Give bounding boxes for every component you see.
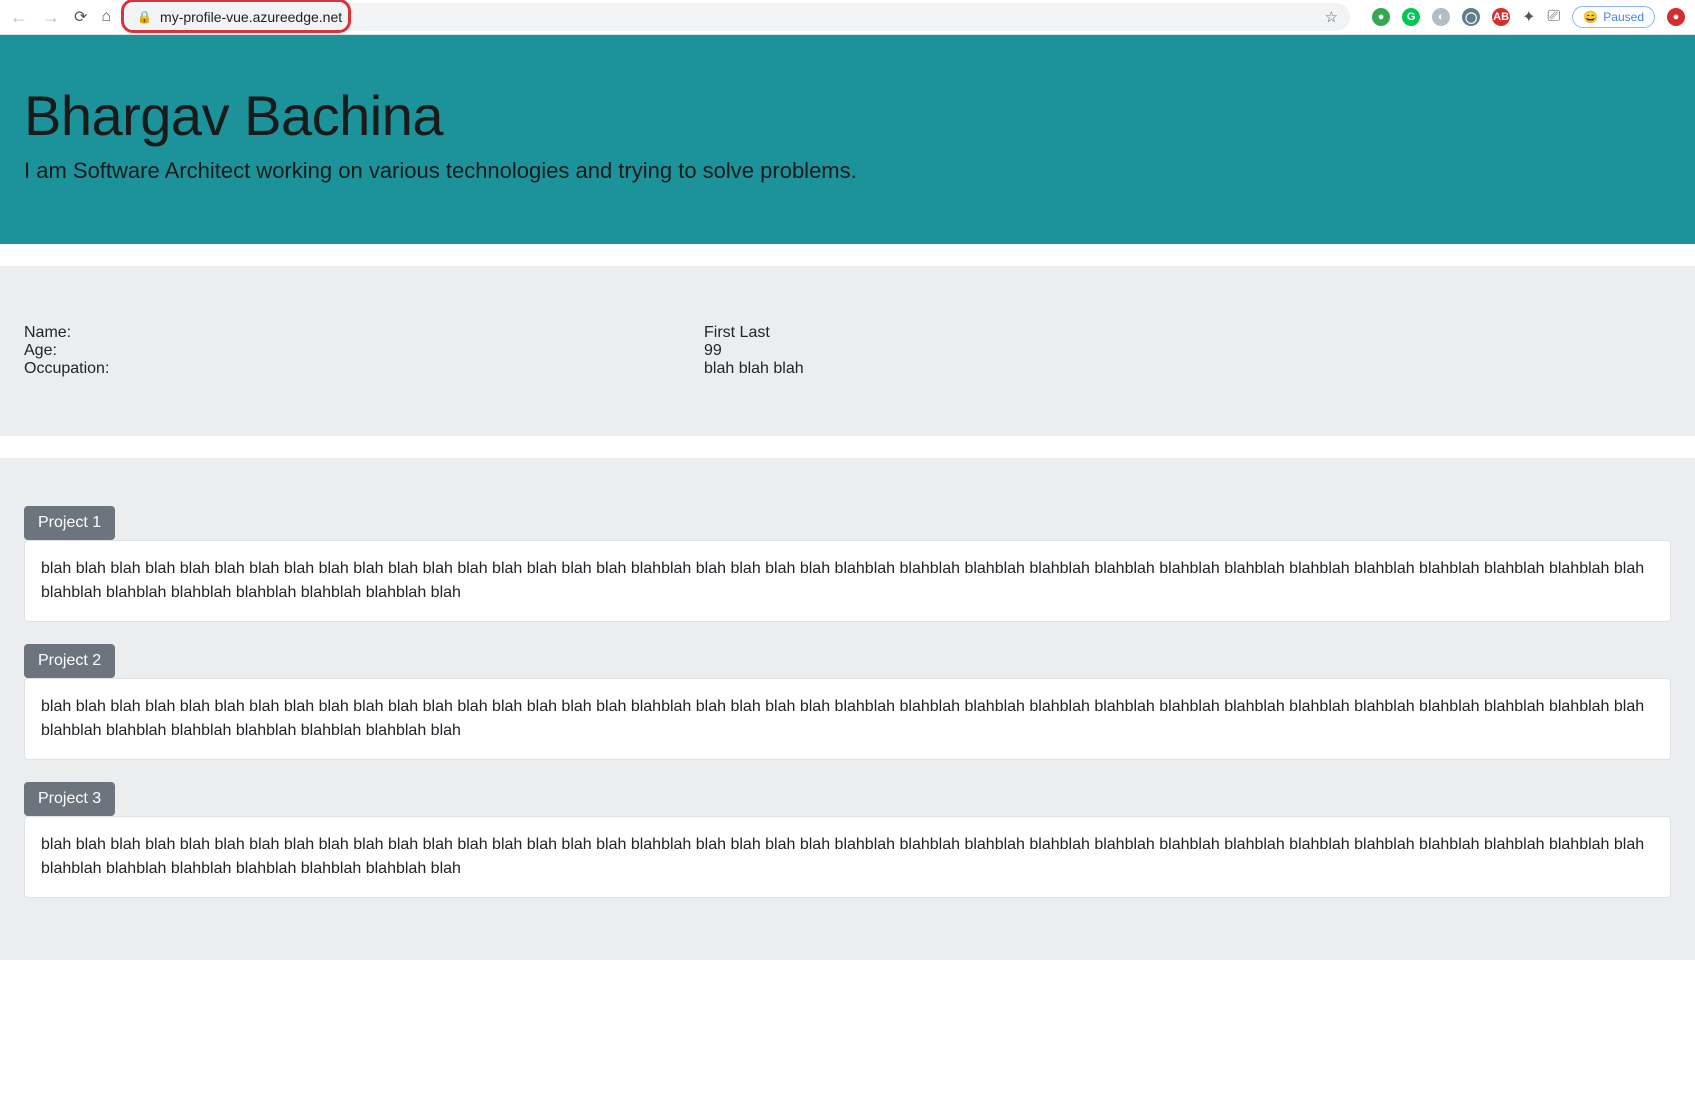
hero-banner: Bhargav Bachina I am Software Architect … — [0, 35, 1695, 244]
project-body: blah blah blah blah blah blah blah blah … — [24, 678, 1671, 760]
cast-icon[interactable]: ⎚ — [1548, 8, 1561, 26]
lock-icon: 🔒 — [137, 10, 152, 24]
project-body: blah blah blah blah blah blah blah blah … — [24, 816, 1671, 898]
extension-icon[interactable]: ◐ — [1432, 8, 1450, 26]
projects-section: Project 1 blah blah blah blah blah blah … — [0, 458, 1695, 960]
info-section: Name: First Last Age: 99 Occupation: bla… — [0, 266, 1695, 436]
browser-toolbar: ← → ⟳ ⌂ 🔒 my-profile-vue.azureedge.net ☆… — [0, 0, 1695, 35]
profile-paused-button[interactable]: 😄 Paused — [1572, 6, 1655, 28]
url-text: my-profile-vue.azureedge.net — [160, 9, 1317, 25]
project-block: Project 2 blah blah blah blah blah blah … — [24, 644, 1671, 760]
paused-label: Paused — [1603, 10, 1644, 24]
info-value: 99 — [704, 342, 722, 360]
address-bar[interactable]: 🔒 my-profile-vue.azureedge.net ☆ — [125, 3, 1350, 31]
info-label: Name: — [24, 324, 704, 342]
page-subtitle: I am Software Architect working on vario… — [24, 158, 1671, 184]
info-value: First Last — [704, 324, 770, 342]
info-label: Age: — [24, 342, 704, 360]
home-button[interactable]: ⌂ — [101, 8, 111, 26]
info-row: Age: 99 — [24, 342, 1671, 360]
bookmark-star-icon[interactable]: ☆ — [1325, 8, 1338, 26]
overflow-icon[interactable]: ● — [1667, 8, 1685, 26]
info-label: Occupation: — [24, 360, 704, 378]
extension-icon[interactable]: ◯ — [1462, 8, 1480, 26]
project-title-badge: Project 3 — [24, 782, 115, 816]
back-button[interactable]: ← — [10, 7, 28, 28]
adblock-icon[interactable]: AB — [1492, 8, 1510, 26]
project-body: blah blah blah blah blah blah blah blah … — [24, 540, 1671, 622]
extension-icon[interactable]: ● — [1372, 8, 1390, 26]
extensions-puzzle-icon[interactable]: ✦ — [1522, 7, 1535, 27]
project-title-badge: Project 1 — [24, 506, 115, 540]
profile-avatar-icon: 😄 — [1583, 10, 1598, 24]
project-block: Project 3 blah blah blah blah blah blah … — [24, 782, 1671, 898]
info-row: Name: First Last — [24, 324, 1671, 342]
grammarly-icon[interactable]: G — [1402, 8, 1420, 26]
info-row: Occupation: blah blah blah — [24, 360, 1671, 378]
project-block: Project 1 blah blah blah blah blah blah … — [24, 506, 1671, 622]
page-title: Bhargav Bachina — [24, 83, 1671, 148]
forward-button[interactable]: → — [42, 7, 60, 28]
info-value: blah blah blah — [704, 360, 804, 378]
project-title-badge: Project 2 — [24, 644, 115, 678]
reload-button[interactable]: ⟳ — [74, 7, 87, 27]
extensions-area: ● G ◐ ◯ AB ✦ ⎚ 😄 Paused ● — [1364, 6, 1685, 28]
